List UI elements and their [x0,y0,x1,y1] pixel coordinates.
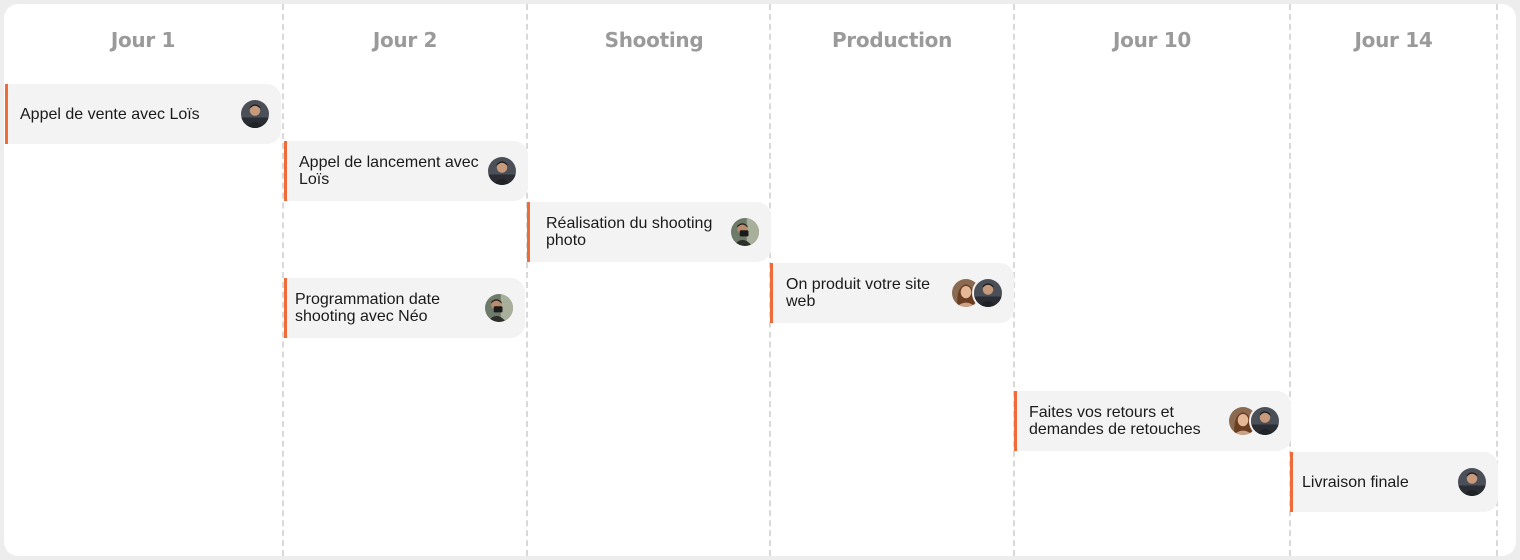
task-assignees [486,155,528,187]
column-header-jour-14: Jour 14 [1354,28,1433,52]
column-header-jour-1: Jour 1 [110,28,176,52]
task-label: Livraison finale [1302,473,1409,491]
man-avatar [1249,405,1281,437]
task-label: Réalisation du shooting photo [546,215,713,249]
column-divider [526,4,528,556]
task-label: Faites vos retours et demandes de retouc… [1029,404,1201,438]
task-label: Appel de vente avec Loïs [20,105,200,123]
task-assignees [1227,405,1291,437]
column-header-shooting: Shooting [604,28,704,52]
task-assignees [729,216,771,248]
man-avatar [239,98,271,130]
man-avatar [972,277,1004,309]
task-assignees [1456,466,1498,498]
man-avatar [486,155,518,187]
task-assignees [950,277,1014,309]
task-assignees [483,292,525,324]
column-header-production: Production [831,28,953,52]
task-card[interactable]: Appel de lancement avec Loïs [284,141,528,201]
task-card[interactable]: On produit votre site web [770,263,1014,323]
column-header-jour-2: Jour 2 [372,28,438,52]
task-card[interactable]: Appel de vente avec Loïs [5,84,281,144]
task-card[interactable]: Faites vos retours et demandes de retouc… [1014,391,1291,451]
man-avatar [1456,466,1488,498]
task-card[interactable]: Réalisation du shooting photo [527,202,771,262]
photographer-avatar [729,216,761,248]
task-card[interactable]: Livraison finale [1290,452,1498,512]
task-card[interactable]: Programmation date shooting avec Néo [284,278,525,338]
task-label: Programmation date shooting avec Néo [295,291,440,325]
task-label: On produit votre site web [786,276,931,310]
task-assignees [239,98,281,130]
task-label: Appel de lancement avec Loïs [299,154,479,188]
project-timeline-board: Jour 1 Jour 2 Shooting Production Jour 1… [4,4,1516,556]
photographer-avatar [483,292,515,324]
column-header-jour-10: Jour 10 [1113,28,1191,52]
